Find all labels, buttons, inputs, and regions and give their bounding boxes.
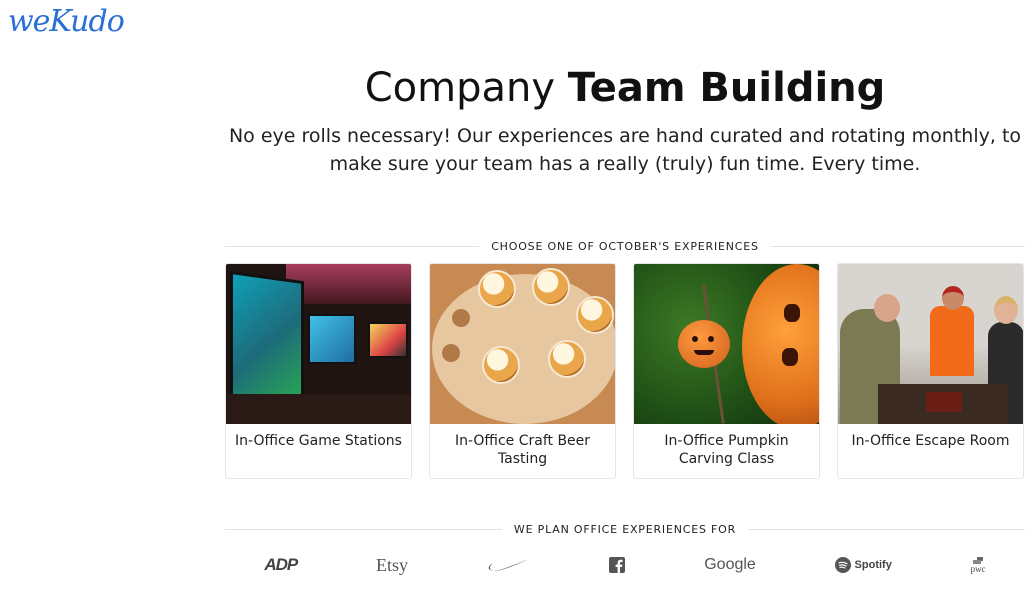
spotify-label: Spotify	[854, 559, 892, 571]
divider-line-left	[225, 528, 502, 530]
client-logos: ADP Etsy Google Spotify pwc	[225, 552, 1025, 578]
experience-card-pumpkin-carving[interactable]: In-Office Pumpkin Carving Class	[633, 263, 820, 479]
divider-line-right	[770, 245, 1025, 247]
facebook-icon	[609, 557, 626, 573]
pumpkin-photo	[634, 264, 819, 424]
game-stations-photo	[226, 264, 411, 424]
google-logo: Google	[704, 556, 756, 573]
page-title-light: Company	[364, 65, 568, 111]
divider-line-left	[225, 245, 480, 247]
experiences-divider: CHOOSE ONE OF OCTOBER'S EXPERIENCES	[225, 237, 1025, 255]
clients-heading: WE PLAN OFFICE EXPERIENCES FOR	[513, 522, 737, 536]
experiences-heading: CHOOSE ONE OF OCTOBER'S EXPERIENCES	[491, 239, 759, 253]
experience-card-title: In-Office Pumpkin Carving Class	[664, 433, 789, 467]
experience-cards: In-Office Game Stations In-Office Craft …	[225, 263, 1025, 479]
adp-logo: ADP	[264, 555, 298, 574]
page-title: Company Team Building	[225, 62, 1025, 114]
page-subtitle: No eye rolls necessary! Our experiences …	[228, 125, 1022, 175]
wekudo-logo[interactable]: weKudo	[8, 4, 125, 39]
pwc-label: pwc	[970, 563, 986, 574]
page-title-bold: Team Building	[567, 65, 886, 111]
escape-room-photo	[838, 264, 1023, 424]
nike-swoosh-icon	[488, 559, 529, 571]
spotify-icon	[834, 557, 851, 573]
experience-card-title: In-Office Escape Room	[851, 433, 1010, 449]
nike-logo	[487, 557, 531, 573]
experience-card-title: In-Office Craft Beer Tasting	[454, 433, 591, 467]
experience-card-title: In-Office Game Stations	[235, 433, 402, 449]
experience-card-game-stations[interactable]: In-Office Game Stations	[225, 263, 412, 479]
spotify-logo: Spotify	[834, 557, 892, 573]
clients-divider: WE PLAN OFFICE EXPERIENCES FOR	[225, 520, 1025, 538]
pwc-logo: pwc	[970, 556, 986, 574]
divider-line-right	[748, 528, 1025, 530]
facebook-logo	[609, 557, 626, 573]
experience-card-escape-room[interactable]: In-Office Escape Room	[837, 263, 1024, 479]
beer-flight-photo	[430, 264, 615, 424]
etsy-logo: Etsy	[376, 554, 409, 575]
experience-card-craft-beer[interactable]: In-Office Craft Beer Tasting	[429, 263, 616, 479]
